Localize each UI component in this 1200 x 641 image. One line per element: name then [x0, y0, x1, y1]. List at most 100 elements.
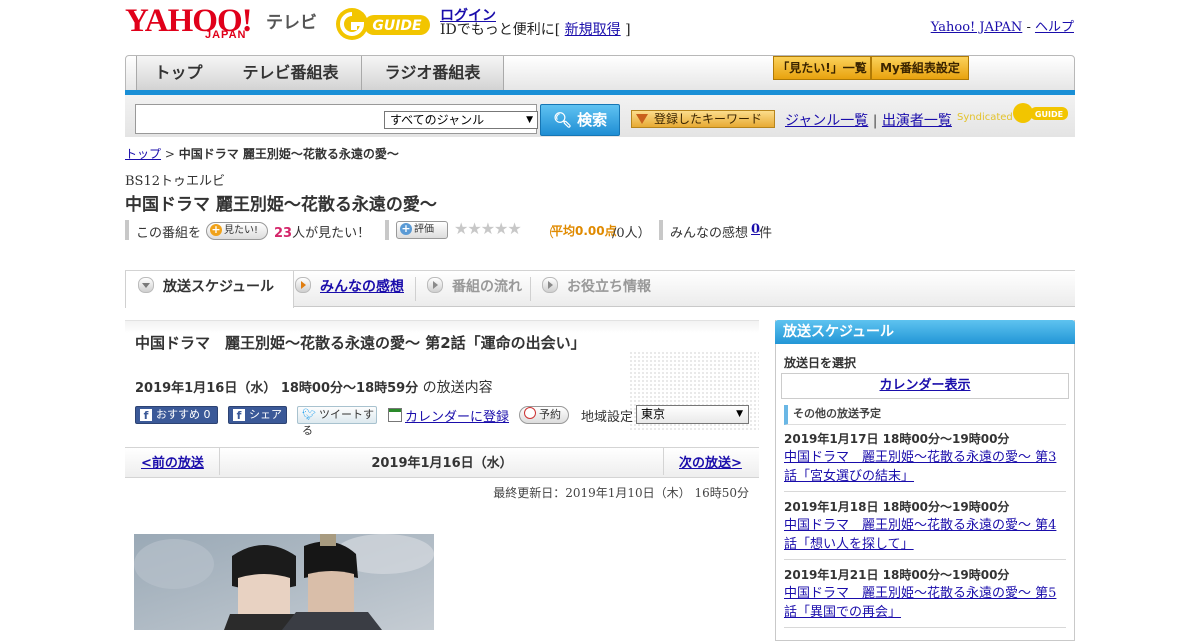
- tv-logo-text[interactable]: テレビ: [266, 8, 317, 33]
- list-divider: [784, 559, 1066, 560]
- gguide-logo[interactable]: GUIDE: [334, 6, 434, 42]
- want-count-text: 23人が見たい！: [274, 222, 370, 241]
- nav-tab-top[interactable]: トップ: [136, 56, 221, 90]
- list-item: 2019年1月17日 18時00分～19時00分 中国ドラマ 麗王別姫～花散る永…: [784, 430, 1066, 486]
- tab-program-flow-label: 番組の流れ: [452, 279, 522, 295]
- search-links: ジャンル一覧 | 出演者一覧: [785, 110, 952, 130]
- channel-name: BS12トゥエルビ: [125, 174, 226, 189]
- tweet-button[interactable]: 🐦︎ ツイートする: [297, 406, 377, 437]
- broadcast-link[interactable]: 中国ドラマ 麗王別姫～花散る永遠の愛～ 第5話「異国での再会」: [784, 584, 1066, 622]
- chevron-down-icon: [138, 277, 154, 293]
- facebook-icon: f: [140, 409, 152, 422]
- plus-icon: +: [400, 222, 412, 235]
- my-schedule-settings-button[interactable]: My番組表設定: [871, 56, 969, 80]
- average-rating: 平均0.00点: [551, 224, 617, 238]
- tab-broadcast-schedule-label: 放送スケジュール: [163, 279, 275, 295]
- other-broadcasts-label: その他の放送予定: [784, 405, 1066, 425]
- nav-tab-tv-schedule[interactable]: テレビ番組表: [220, 56, 362, 90]
- search-button[interactable]: 🔍︎ 検索: [540, 104, 620, 136]
- nav-tab-radio-schedule[interactable]: ラジオ番組表: [362, 56, 504, 90]
- login-sub-suffix: ]: [625, 22, 631, 38]
- list-divider: [784, 627, 1066, 628]
- want-suffix: 人が見たい！: [292, 226, 371, 241]
- last-updated: 最終更新日：2019年1月10日（木） 16時50分: [493, 486, 749, 500]
- this-program-label: この番組を: [136, 226, 202, 241]
- stat-divider: [385, 220, 389, 240]
- rating-count: /0人）: [612, 226, 651, 241]
- want-to-see-label: 見たい!: [224, 225, 259, 236]
- stat-divider: [659, 220, 663, 240]
- syndicated-gguide-logo: GUIDE: [1012, 102, 1068, 124]
- registered-keywords-button[interactable]: 登録したキーワード: [631, 110, 775, 128]
- reviews-label: みんなの感想: [670, 226, 749, 241]
- login-subtext: IDでもっと便利に[ 新規取得 ]: [440, 19, 631, 39]
- tab-separator: [415, 277, 416, 301]
- gguide-small-logo-icon: GUIDE: [1013, 103, 1068, 123]
- genre-select-value: すべてのジャンル: [390, 113, 485, 127]
- svg-text:GUIDE: GUIDE: [372, 18, 422, 34]
- breadcrumb-top-link[interactable]: トップ: [125, 147, 161, 161]
- tab-useful-info-label: お役立ち情報: [567, 279, 651, 295]
- list-item: 2019年1月21日 18時00分～19時00分 中国ドラマ 麗王別姫～花散る永…: [784, 566, 1066, 622]
- facebook-share-button[interactable]: f シェア: [228, 406, 287, 424]
- episode-image: [134, 534, 434, 630]
- help-link[interactable]: ヘルプ: [1035, 20, 1074, 35]
- sidebar-header: 放送スケジュール: [775, 320, 1075, 344]
- breadcrumb: トップ > 中国ドラマ 麗王別姫～花散る永遠の愛～: [125, 145, 399, 162]
- rate-button[interactable]: + 評価: [396, 221, 448, 239]
- region-select[interactable]: 東京 ▼: [636, 405, 749, 424]
- registered-keywords-label: 登録したキーワード: [654, 112, 763, 126]
- play-arrow-icon: [427, 277, 443, 293]
- tab-reviews[interactable]: みんなの感想: [295, 271, 404, 306]
- twitter-bird-icon: 🐦︎: [302, 408, 316, 421]
- clock-icon: [524, 407, 536, 419]
- link-separator: |: [872, 113, 878, 129]
- list-item: 2019年1月18日 18時00分～19時00分 中国ドラマ 麗王別姫～花散る永…: [784, 498, 1066, 554]
- next-broadcast-link[interactable]: 次の放送>: [679, 452, 742, 471]
- signup-link[interactable]: 新規取得: [565, 22, 621, 38]
- region-label: 地域設定: [581, 410, 634, 425]
- genre-select[interactable]: すべてのジャンル ▼: [384, 111, 538, 129]
- yahoo-japan-logo-text: JAPAN: [205, 29, 247, 41]
- header-separator: -: [1022, 20, 1035, 35]
- facebook-icon: f: [233, 409, 245, 422]
- broadcast-time: 2019年1月17日 18時00分～19時00分: [784, 432, 1010, 446]
- tab-separator: [530, 277, 531, 301]
- facebook-recommend-button[interactable]: f おすすめ 0: [135, 406, 218, 424]
- want-to-see-button[interactable]: + 見たい!: [206, 222, 268, 240]
- list-divider: [784, 491, 1066, 492]
- triangle-down-icon: [636, 114, 648, 124]
- facebook-share-label: シェア: [249, 408, 282, 421]
- region-select-value: 東京: [641, 407, 666, 421]
- calendar-register-link[interactable]: カレンダーに登録: [388, 406, 509, 425]
- yahoo-japan-link[interactable]: Yahoo! JAPAN: [931, 20, 1023, 35]
- broadcast-time: 2019年1月21日 18時00分～19時00分: [784, 568, 1010, 582]
- page-title: 中国ドラマ 麗王別姫～花散る永遠の愛～: [125, 195, 437, 215]
- program-stats: この番組を + 見たい! 23人が見たい！ + 評価 ★★★★★ （ 平均0.00点…: [125, 219, 825, 242]
- rate-label: 評価: [414, 224, 434, 235]
- broadcast-time: 2019年1月18日 18時00分～19時00分: [784, 500, 1010, 514]
- reserve-button[interactable]: 予約: [519, 406, 569, 424]
- want-count: 23: [274, 226, 293, 241]
- broadcast-link[interactable]: 中国ドラマ 麗王別姫～花散る永遠の愛～ 第4話「想い人を探して」: [784, 516, 1066, 554]
- rating-stars: ★★★★★: [454, 219, 522, 238]
- plus-icon: +: [210, 223, 222, 236]
- section-tabs: 放送スケジュール みんなの感想 番組の流れ お役立ち情報: [125, 270, 1075, 308]
- genre-list-link[interactable]: ジャンル一覧: [785, 113, 868, 129]
- search-button-label: 検索: [577, 111, 608, 129]
- breadcrumb-current: 中国ドラマ 麗王別姫～花散る永遠の愛～: [178, 147, 399, 161]
- episode-title: 中国ドラマ 麗王別姫～花散る永遠の愛～ 第2話「運命の出会い」: [135, 334, 586, 352]
- calendar-view-link[interactable]: カレンダー表示: [781, 373, 1069, 399]
- main-nav: トップ テレビ番組表 ラジオ番組表 「見たい!」一覧 My番組表設定: [125, 55, 1075, 91]
- header-links: Yahoo! JAPAN - ヘルプ: [931, 16, 1074, 35]
- tab-broadcast-schedule[interactable]: 放送スケジュール: [125, 271, 294, 308]
- episode-datetime-value: 2019年1月16日（水） 18時00分～18時59分: [135, 381, 419, 396]
- chevron-down-icon: ▼: [736, 409, 743, 419]
- previous-broadcast-link[interactable]: <前の放送: [141, 452, 204, 471]
- tab-program-flow: 番組の流れ: [427, 271, 522, 306]
- performer-list-link[interactable]: 出演者一覧: [882, 113, 952, 129]
- chevron-down-icon: ▼: [526, 115, 533, 125]
- broadcast-link[interactable]: 中国ドラマ 麗王別姫～花散る永遠の愛～ 第3話「宮女選びの結末」: [784, 448, 1066, 486]
- want-to-see-list-button[interactable]: 「見たい!」一覧: [773, 56, 871, 80]
- breadcrumb-separator: >: [161, 147, 179, 161]
